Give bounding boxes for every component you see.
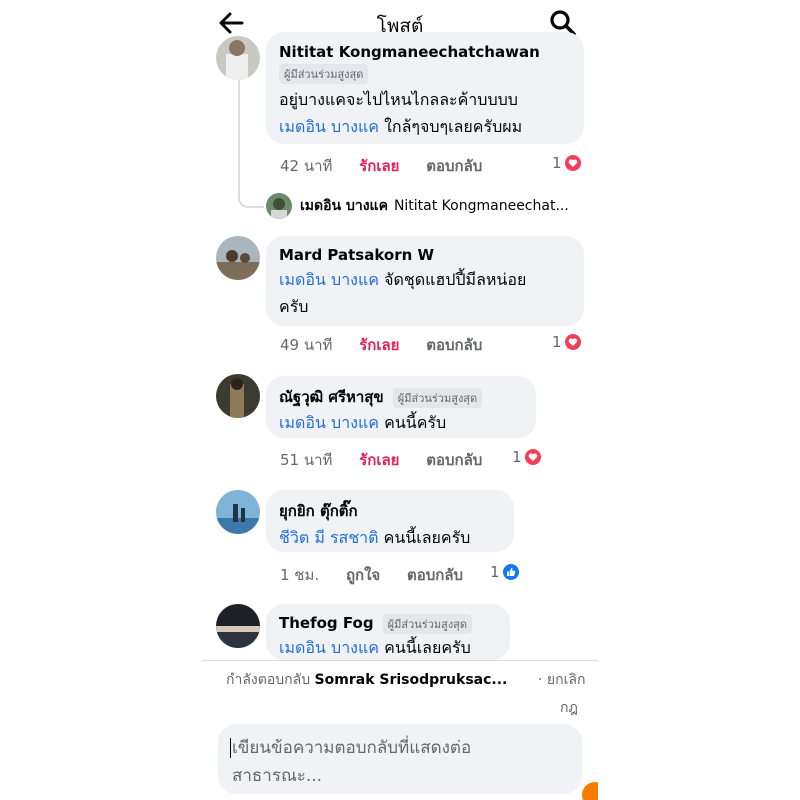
comment-header-line: Thefog Fog ผู้มีส่วนร่วมสูงสุด xyxy=(279,613,497,634)
comment-bubble[interactable]: Thefog Fog ผู้มีส่วนร่วมสูงสุด เมดอิน บา… xyxy=(266,604,510,660)
thread-reply-preview[interactable]: เมดอิน บางแค Nititat Kongmaneechat... xyxy=(266,193,569,219)
post-screen: โพสต์ Nititat Kongmaneechatchawan ผู้มีส… xyxy=(202,0,598,800)
top-fan-badge: ผู้มีส่วนร่วมสูงสุด xyxy=(382,613,473,634)
divider xyxy=(202,660,598,661)
thread-connector xyxy=(238,80,264,208)
avatar[interactable] xyxy=(216,374,260,418)
reaction-summary[interactable]: 1 xyxy=(552,154,581,172)
comment-text-line: เมดอิน บางแค ใกล้ๆจบๆเลยครับผม xyxy=(279,113,571,140)
mention-link[interactable]: เมดอิน บางแค xyxy=(279,117,379,136)
like-button[interactable]: ถูกใจ xyxy=(346,566,380,584)
replying-prefix: กำลังตอบกลับ xyxy=(226,672,311,688)
comment-author[interactable]: Nititat Kongmaneechatchawan xyxy=(279,43,540,61)
heart-icon xyxy=(524,449,541,465)
love-reaction-button[interactable]: รักเลย xyxy=(359,336,399,354)
comment-author[interactable]: ณัฐวุฒิ ศรีหาสุข xyxy=(279,388,384,406)
mention-link[interactable]: เมดอิน บางแค xyxy=(279,413,379,432)
comment-bubble[interactable]: Nititat Kongmaneechatchawan ผู้มีส่วนร่ว… xyxy=(266,32,584,144)
love-reaction-button[interactable]: รักเลย xyxy=(359,451,399,469)
reaction-count: 1 xyxy=(490,563,500,581)
reply-button[interactable]: ตอบกลับ xyxy=(407,566,463,584)
comment-author[interactable]: Thefog Fog xyxy=(279,614,374,632)
top-fan-badge: ผู้มีส่วนร่วมสูงสุด xyxy=(279,64,369,84)
text-caret xyxy=(230,738,231,758)
mention-link[interactable]: เมดอิน บางแค xyxy=(279,638,379,657)
comment-text: ใกล้ๆจบๆเลยครับผม xyxy=(384,117,523,136)
avatar[interactable] xyxy=(216,490,260,534)
comment-author[interactable]: ยุกยิก ตุ๊กติ๊ก xyxy=(279,502,358,520)
comment-time: 1 ชม. xyxy=(280,566,320,584)
reaction-summary[interactable]: 1 xyxy=(512,448,541,466)
reply-input-placeholder: เขียนข้อความตอบกลับที่แสดงต่อสาธารณะ... xyxy=(232,738,472,786)
comment-bubble[interactable]: Mard Patsakorn W เมดอิน บางแค จัดชุดแฮปป… xyxy=(266,236,584,326)
like-icon xyxy=(502,564,519,580)
reaction-count: 1 xyxy=(512,448,522,466)
reply-button[interactable]: ตอบกลับ xyxy=(426,157,482,175)
comment-text-line: เมดอิน บางแค คนนี้เลยครับ xyxy=(279,634,497,661)
heart-icon xyxy=(564,334,581,350)
replying-to-label: กำลังตอบกลับ Somrak Srisodpruksac... xyxy=(226,669,507,691)
comment-bubble[interactable]: ณัฐวุฒิ ศรีหาสุข ผู้มีส่วนร่วมสูงสุด เมด… xyxy=(266,376,536,438)
reply-button[interactable]: ตอบกลับ xyxy=(426,336,482,354)
comment-actions: 1 ชม. ถูกใจ ตอบกลับ xyxy=(280,563,485,587)
comment-text-line: ชีวิต มี รสชาติ คนนี้เลยครับ xyxy=(279,524,501,551)
comment-bubble[interactable]: ยุกยิก ตุ๊กติ๊ก ชีวิต มี รสชาติ คนนี้เลย… xyxy=(266,490,514,552)
reaction-count: 1 xyxy=(552,333,562,351)
reaction-count: 1 xyxy=(552,154,562,172)
heart-icon xyxy=(564,155,581,171)
reply-author[interactable]: เมดอิน บางแค xyxy=(300,195,388,217)
reply-input[interactable]: เขียนข้อความตอบกลับที่แสดงต่อสาธารณะ... xyxy=(218,724,582,794)
comment-text: ครับ xyxy=(279,297,309,316)
reaction-summary[interactable]: 1 xyxy=(490,563,519,581)
avatar[interactable] xyxy=(216,604,260,648)
mention-link[interactable]: ชีวิต มี รสชาติ xyxy=(279,528,379,547)
comment-text-line: เมดอิน บางแค จัดชุดแฮปปี้มีลหน่อย xyxy=(279,266,571,293)
cancel-reply-button-wrap[interactable]: กฎ xyxy=(560,697,578,719)
replying-name: Somrak Srisodpruksac... xyxy=(314,672,508,688)
comment-text: คนนี้ครับ xyxy=(384,413,447,432)
reaction-summary[interactable]: 1 xyxy=(552,333,581,351)
comment-time: 51 นาที xyxy=(280,451,333,469)
comment-header-line: ณัฐวุฒิ ศรีหาสุข ผู้มีส่วนร่วมสูงสุด xyxy=(279,385,523,409)
comment-text: อยู่บางแคจะไปไหนไกลละค้าบบบบ xyxy=(279,90,518,109)
avatar[interactable] xyxy=(216,36,260,80)
comment-author[interactable]: Mard Patsakorn W xyxy=(279,246,434,264)
avatar[interactable] xyxy=(216,236,260,280)
comment-time: 49 นาที xyxy=(280,336,333,354)
comment-time: 42 นาที xyxy=(280,157,333,175)
reply-preview-text: Nititat Kongmaneechat... xyxy=(393,198,569,214)
mention-link[interactable]: เมดอิน บางแค xyxy=(279,270,379,289)
comment-text-line: เมดอิน บางแค คนนี้ครับ xyxy=(279,409,523,436)
love-reaction-button[interactable]: รักเลย xyxy=(359,157,399,175)
cancel-reply-button[interactable]: · ยกเลิก xyxy=(538,669,585,691)
comment-text: จัดชุดแฮปปี้มีลหน่อย xyxy=(384,270,527,289)
comment-actions: 42 นาที รักเลย ตอบกลับ xyxy=(280,154,504,178)
comment-actions: 49 นาที รักเลย ตอบกลับ xyxy=(280,333,504,357)
comment-text: คนนี้เลยครับ xyxy=(383,528,471,547)
top-fan-badge: ผู้มีส่วนร่วมสูงสุด xyxy=(392,387,483,408)
edit-icon[interactable] xyxy=(582,782,598,800)
reply-button[interactable]: ตอบกลับ xyxy=(426,451,482,469)
comment-actions: 51 นาที รักเลย ตอบกลับ xyxy=(280,448,504,472)
comment-text: คนนี้เลยครับ xyxy=(384,637,471,657)
avatar[interactable] xyxy=(266,193,292,219)
